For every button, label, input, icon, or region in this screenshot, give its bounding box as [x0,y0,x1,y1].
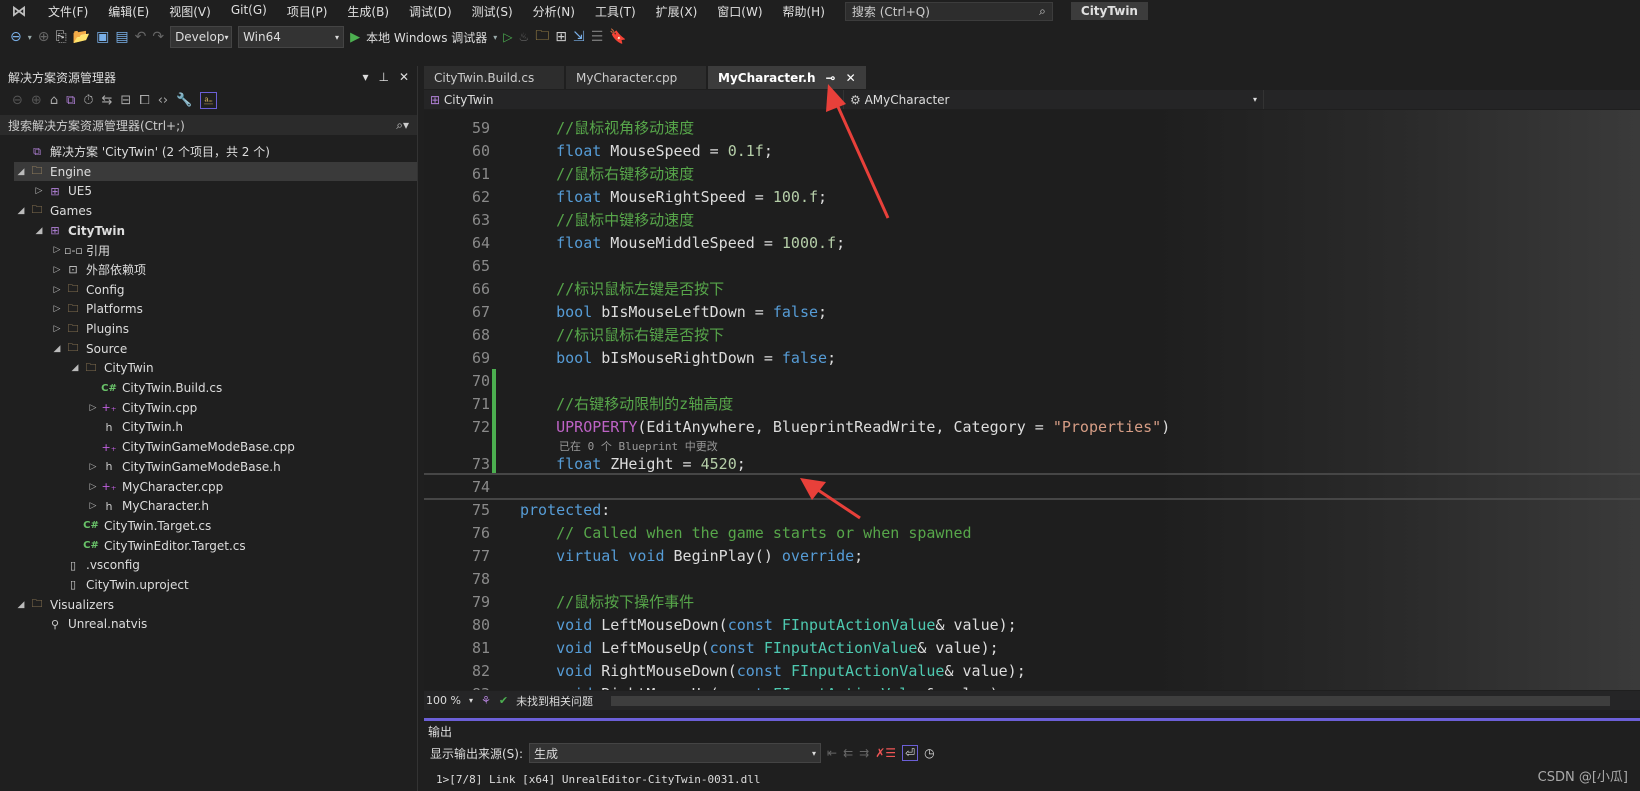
annotation-arrow-code [800,478,861,520]
annotation-arrow-tab [826,84,890,219]
annotation-arrows [800,84,890,520]
